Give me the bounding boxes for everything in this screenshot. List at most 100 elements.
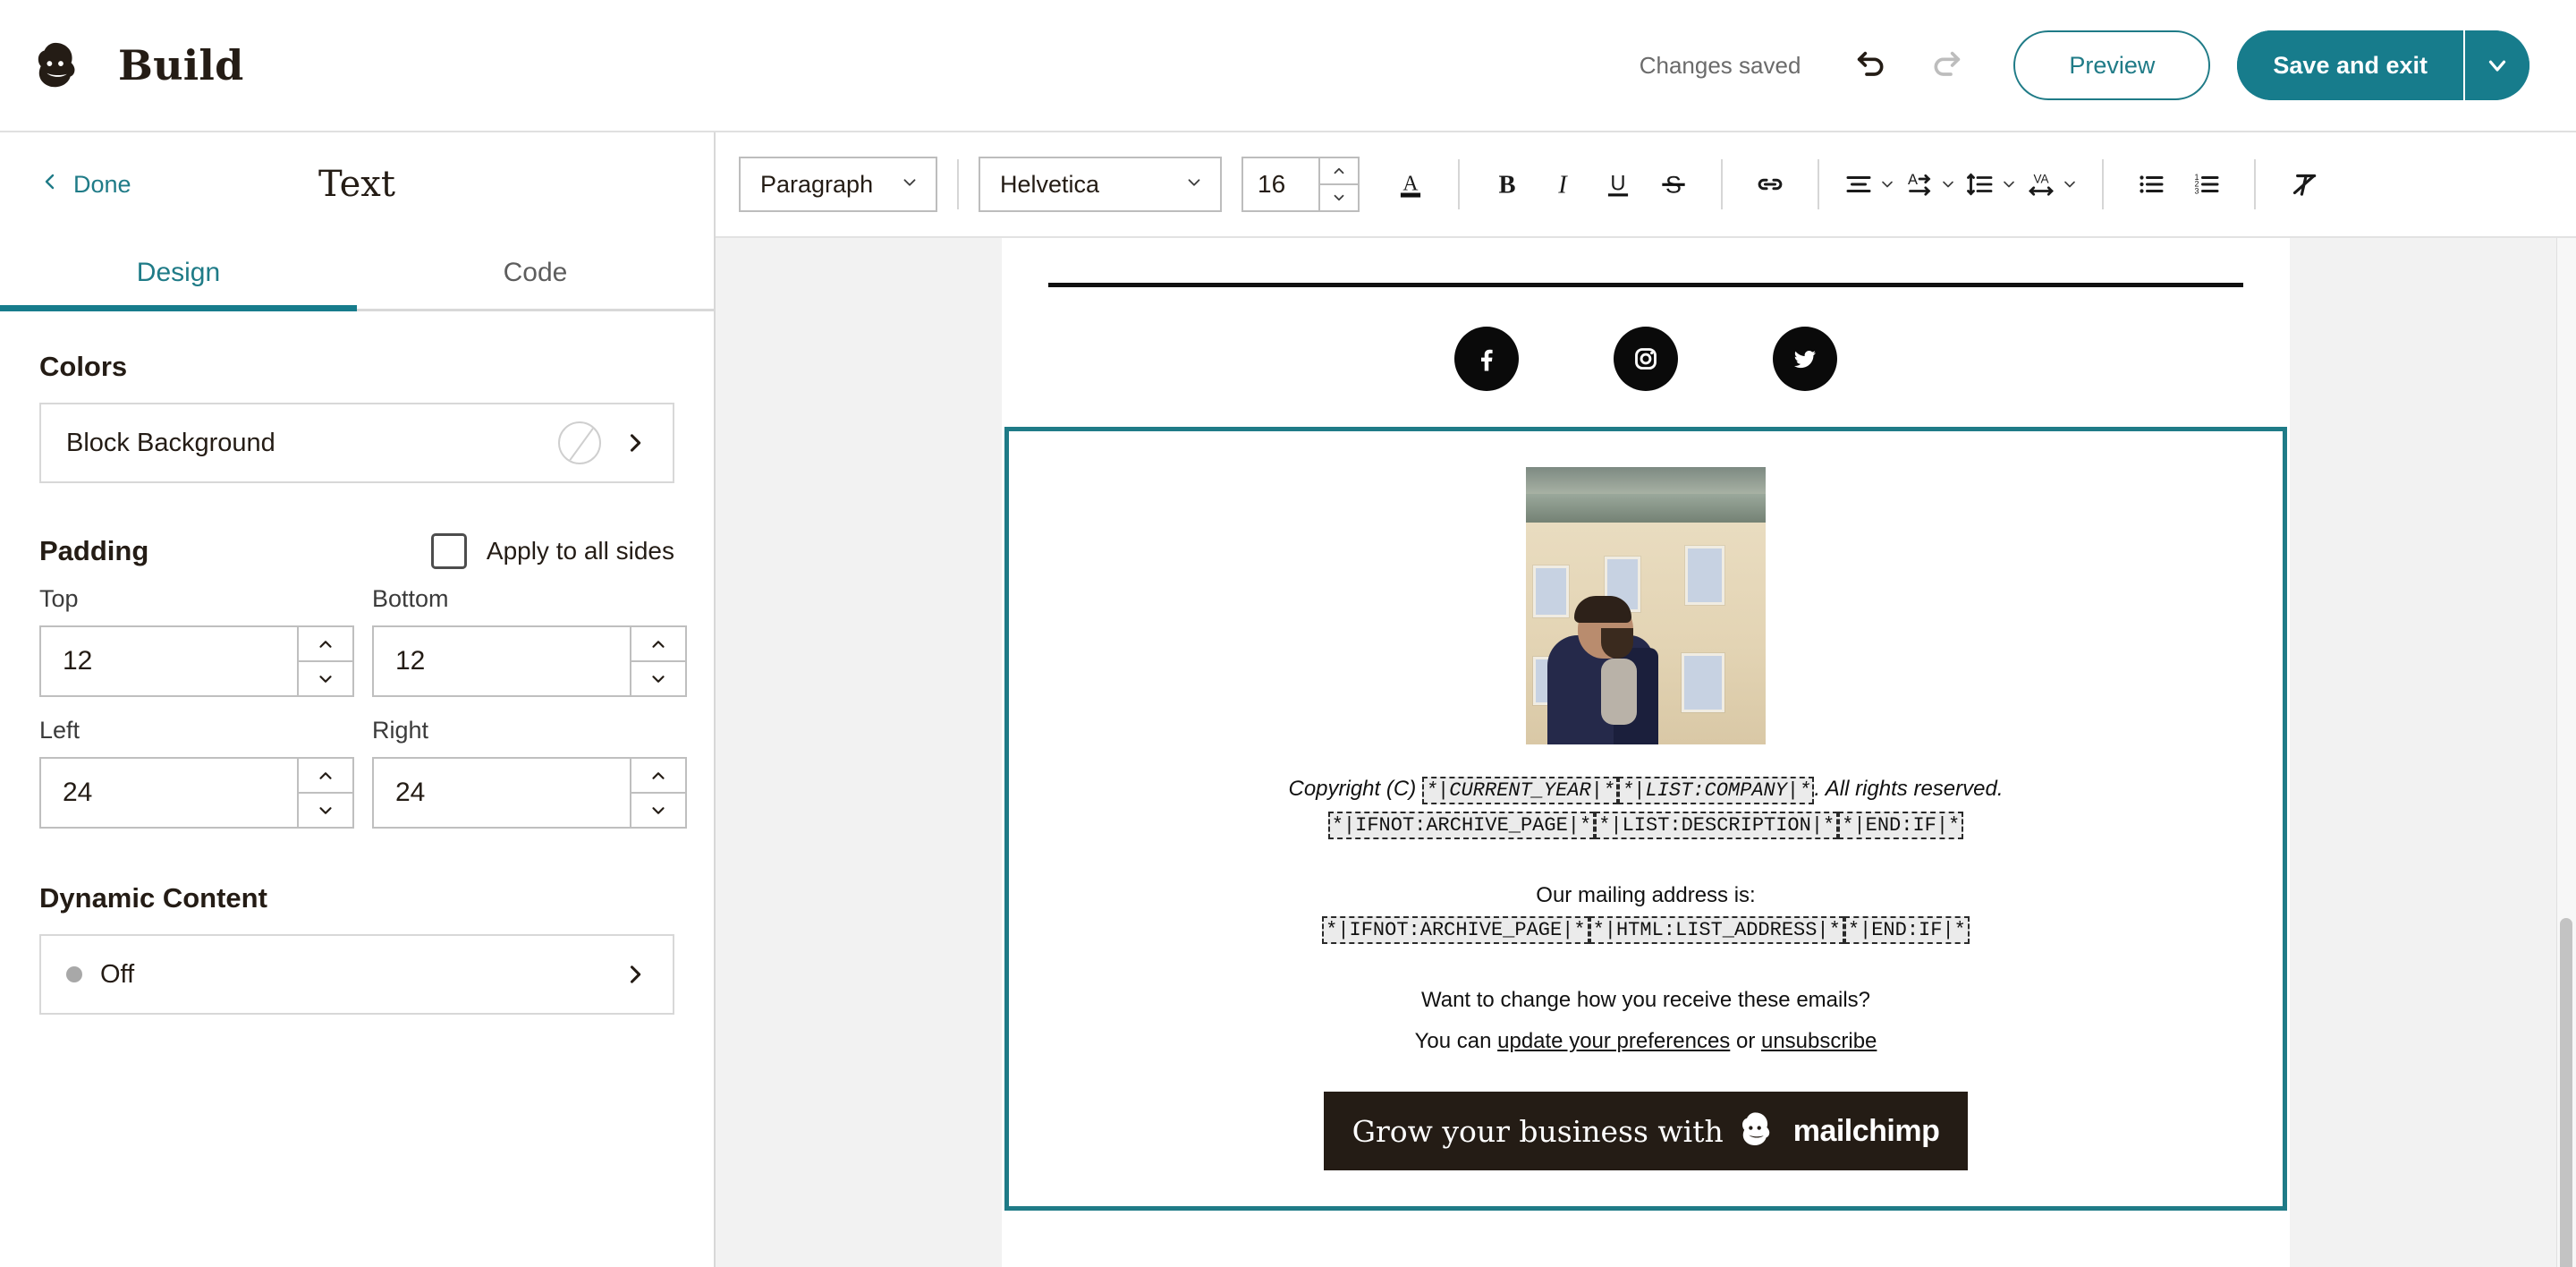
numbered-list-icon[interactable]: 1 2 3 <box>2179 157 2234 212</box>
chevron-up-icon[interactable] <box>299 759 352 794</box>
svg-text:A: A <box>1402 172 1418 195</box>
instagram-icon[interactable] <box>1614 327 1678 391</box>
chevron-down-icon <box>1184 171 1204 199</box>
padding-bottom-stepper[interactable] <box>372 625 687 697</box>
canvas-vertical-scrollbar[interactable] <box>2556 238 2576 1267</box>
grow-your-business-banner[interactable]: Grow your business with mailchimp <box>1324 1092 1968 1170</box>
banner-text: Grow your business with <box>1352 1114 1724 1149</box>
apply-to-all-sides-control[interactable]: Apply to all sides <box>431 533 674 569</box>
merge-tag-list-company[interactable]: *|LIST:COMPANY|* <box>1618 777 1814 804</box>
chevron-right-icon <box>623 962 648 987</box>
letter-spacing-icon[interactable]: VA <box>2021 157 2082 212</box>
scrollbar-thumb[interactable] <box>2560 918 2572 1267</box>
preview-button[interactable]: Preview <box>2013 30 2210 100</box>
mailchimp-email-builder: Build Changes saved Preview Save and exi… <box>0 0 2576 1267</box>
padding-left-label: Left <box>39 717 354 744</box>
prefs-prefix: You can <box>1415 1029 1498 1053</box>
text-direction-icon[interactable]: A <box>1900 157 1961 212</box>
save-and-exit-button[interactable]: Save and exit <box>2237 30 2463 100</box>
font-family-select[interactable]: Helvetica <box>979 157 1222 212</box>
chevron-right-icon <box>623 430 648 455</box>
chevron-down-icon[interactable] <box>631 794 685 827</box>
image-block[interactable] <box>1009 431 2283 773</box>
preferences-question: Want to change how you receive these ema… <box>1009 988 2283 1013</box>
clear-formatting-icon[interactable] <box>2275 157 2331 212</box>
align-icon[interactable] <box>1839 157 1900 212</box>
svg-text:U: U <box>1610 171 1625 195</box>
merge-tag-end-if[interactable]: *|END:IF|* <box>1838 812 1963 839</box>
block-background-label: Block Background <box>66 429 275 458</box>
sidebar-panel-body: Colors Block Background Padding Apply to… <box>0 311 714 1015</box>
font-size-stepper[interactable] <box>1241 157 1360 212</box>
chevron-up-icon[interactable] <box>631 627 685 662</box>
svg-text:I: I <box>1557 172 1568 200</box>
editor-area: Paragraph Helvetica <box>716 132 2576 1267</box>
app-header: Build Changes saved Preview Save and exi… <box>0 0 2576 132</box>
facebook-icon[interactable] <box>1454 327 1519 391</box>
padding-bottom-input[interactable] <box>374 627 630 695</box>
font-size-input[interactable] <box>1243 158 1318 210</box>
merge-tag-ifnot-archive-page[interactable]: *|IFNOT:ARCHIVE_PAGE|* <box>1328 812 1595 839</box>
colors-section-title: Colors <box>39 351 674 383</box>
italic-icon[interactable]: I <box>1535 157 1590 212</box>
mailchimp-referral-block: Grow your business with mailchimp <box>1009 1054 2283 1206</box>
copyright-line[interactable]: Copyright (C) *|CURRENT_YEAR|**|LIST:COM… <box>1009 773 2283 805</box>
done-back-button[interactable]: Done <box>39 171 131 199</box>
strikethrough-icon[interactable]: S <box>1646 157 1701 212</box>
tab-code[interactable]: Code <box>357 236 714 309</box>
merge-tag-list-description[interactable]: *|LIST:DESCRIPTION|* <box>1595 812 1838 839</box>
padding-left-stepper[interactable] <box>39 757 354 829</box>
twitter-icon[interactable] <box>1773 327 1837 391</box>
dynamic-content-row[interactable]: Off <box>39 934 674 1015</box>
chevron-down-icon[interactable] <box>2463 30 2529 100</box>
rich-text-toolbar: Paragraph Helvetica <box>716 132 2576 238</box>
save-status-text: Changes saved <box>1640 52 1801 80</box>
chevron-up-icon[interactable] <box>631 759 685 794</box>
underline-icon[interactable]: U <box>1590 157 1646 212</box>
apply-to-all-sides-checkbox[interactable] <box>431 533 467 569</box>
mailchimp-freddie-logo <box>32 38 88 93</box>
line-height-icon[interactable] <box>1961 157 2021 212</box>
undo-arrow-icon[interactable] <box>1843 38 1899 93</box>
padding-section-title: Padding <box>39 535 148 567</box>
selected-text-block[interactable]: Copyright (C) *|CURRENT_YEAR|**|LIST:COM… <box>1004 427 2287 1211</box>
toolbar-divider <box>2254 159 2256 209</box>
block-background-row[interactable]: Block Background <box>39 403 674 483</box>
padding-top-input[interactable] <box>41 627 297 695</box>
chevron-up-icon[interactable] <box>299 627 352 662</box>
merge-tag-ifnot-archive-page[interactable]: *|IFNOT:ARCHIVE_PAGE|* <box>1322 916 1589 944</box>
chevron-down-icon[interactable] <box>1320 185 1358 210</box>
bulleted-list-icon[interactable] <box>2123 157 2179 212</box>
text-color-icon[interactable]: A <box>1383 157 1438 212</box>
padding-right-input[interactable] <box>374 759 630 827</box>
chevron-down-icon[interactable] <box>299 662 352 695</box>
padding-right-label: Right <box>372 717 687 744</box>
chevron-up-icon[interactable] <box>1320 158 1358 185</box>
done-label: Done <box>73 171 131 199</box>
chevron-down-icon[interactable] <box>631 662 685 695</box>
email-photo <box>1526 467 1766 744</box>
merge-tag-html-list-address[interactable]: *|HTML:LIST_ADDRESS|* <box>1589 916 1844 944</box>
divider-block[interactable] <box>1002 238 2290 287</box>
merge-tag-current-year[interactable]: *|CURRENT_YEAR|* <box>1422 777 1618 804</box>
tab-design[interactable]: Design <box>0 236 357 309</box>
address-conditional-line[interactable]: *|IFNOT:ARCHIVE_PAGE|**|HTML:LIST_ADDRES… <box>1009 919 2283 941</box>
paragraph-style-value: Paragraph <box>760 171 886 199</box>
chevron-down-icon[interactable] <box>299 794 352 827</box>
padding-left-input[interactable] <box>41 759 297 827</box>
unsubscribe-link[interactable]: unsubscribe <box>1761 1029 1877 1053</box>
redo-arrow-icon[interactable] <box>1919 38 1974 93</box>
social-follow-block[interactable] <box>1002 287 2290 427</box>
padding-top-stepper[interactable] <box>39 625 354 697</box>
link-icon[interactable] <box>1742 157 1798 212</box>
update-preferences-link[interactable]: update your preferences <box>1497 1029 1730 1053</box>
app-body: Done Text Design Code Colors Block Backg… <box>0 132 2576 1267</box>
description-conditional-line[interactable]: *|IFNOT:ARCHIVE_PAGE|**|LIST:DESCRIPTION… <box>1009 814 2283 837</box>
dynamic-content-state-label: Off <box>100 960 134 990</box>
paragraph-style-select[interactable]: Paragraph <box>739 157 937 212</box>
padding-bottom-label: Bottom <box>372 585 687 613</box>
merge-tag-end-if[interactable]: *|END:IF|* <box>1844 916 1970 944</box>
email-canvas-scroll[interactable]: Copyright (C) *|CURRENT_YEAR|**|LIST:COM… <box>716 238 2576 1267</box>
bold-icon[interactable]: B <box>1479 157 1535 212</box>
padding-right-stepper[interactable] <box>372 757 687 829</box>
